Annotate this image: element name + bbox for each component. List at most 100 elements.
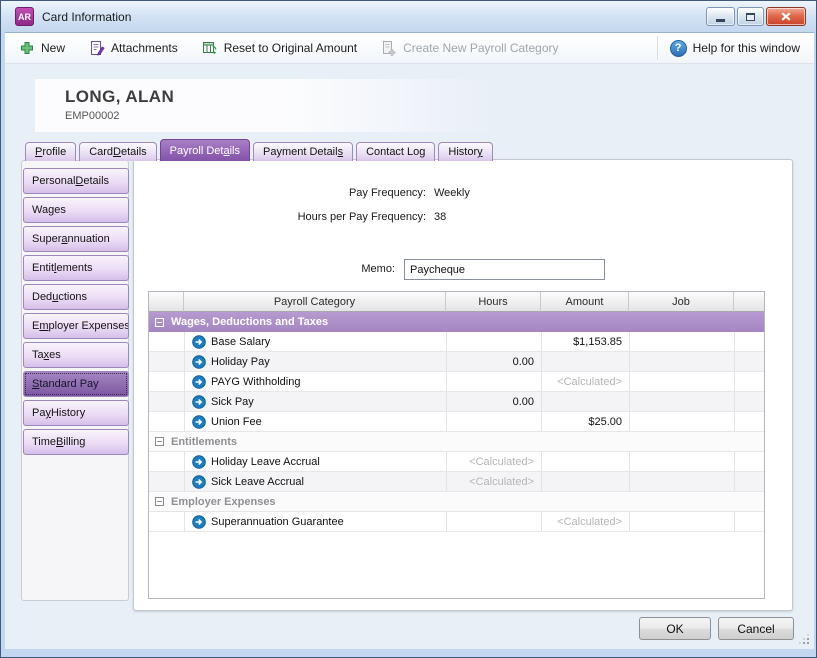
- hours-cell[interactable]: <Calculated>: [446, 472, 541, 491]
- sidebar-item-personal-details[interactable]: Personal Details: [23, 168, 129, 194]
- collapse-icon[interactable]: [155, 317, 164, 327]
- table-group-wages-deductions-and-taxes[interactable]: Wages, Deductions and Taxes: [149, 312, 764, 332]
- detail-arrow-icon[interactable]: [192, 415, 206, 429]
- sidebar-item-taxes[interactable]: Ta x es: [23, 342, 129, 368]
- resize-grip[interactable]: [798, 633, 810, 645]
- tab-mnemonic: y: [477, 146, 483, 158]
- detail-arrow-icon[interactable]: [192, 355, 206, 369]
- row-select-cell[interactable]: [149, 412, 184, 431]
- restore-button[interactable]: [737, 7, 764, 26]
- collapse-icon[interactable]: [155, 437, 164, 446]
- sidebar-item-deductions[interactable]: Ded u ctions: [23, 284, 129, 310]
- row-select-cell[interactable]: [149, 472, 184, 491]
- job-cell[interactable]: [629, 452, 734, 471]
- tab-contact-log[interactable]: Contact Lo g: [356, 142, 436, 161]
- amount-cell[interactable]: [541, 352, 629, 371]
- close-button[interactable]: [766, 7, 806, 26]
- detail-arrow-icon[interactable]: [192, 395, 206, 409]
- toolbar-attachments-button[interactable]: Attachments: [89, 40, 178, 56]
- job-cell[interactable]: [629, 352, 734, 371]
- table-row-base-salary[interactable]: Base Salary $1,153.85: [149, 332, 764, 352]
- toolbar-create-payroll-category-button[interactable]: Create New Payroll Category: [381, 40, 559, 56]
- row-select-cell[interactable]: [149, 392, 184, 411]
- hours-cell[interactable]: [446, 512, 541, 531]
- hours-cell[interactable]: [446, 332, 541, 351]
- hours-cell[interactable]: [446, 412, 541, 431]
- tab-payment-details[interactable]: Payment Detail s: [252, 142, 354, 161]
- sidebar-item-label: Entit: [32, 262, 55, 274]
- table-row-union-fee[interactable]: Union Fee $25.00: [149, 412, 764, 432]
- detail-arrow-icon[interactable]: [192, 515, 206, 529]
- sidebar-item-label: Pa: [32, 407, 46, 419]
- job-cell[interactable]: [629, 332, 734, 351]
- tab-profile[interactable]: Profile: [25, 142, 77, 161]
- amount-cell[interactable]: <Calculated>: [541, 512, 629, 531]
- hours-cell[interactable]: 0.00: [446, 392, 541, 411]
- sidebar-item-entitlements[interactable]: Entit l ements: [23, 255, 129, 281]
- row-select-cell[interactable]: [149, 332, 184, 351]
- column-header-hours[interactable]: Hours: [446, 292, 541, 312]
- sidebar-item-pay-history[interactable]: Pa y History: [23, 400, 129, 426]
- detail-arrow-icon[interactable]: [192, 335, 206, 349]
- group-title: Wages, Deductions and Taxes: [171, 316, 329, 328]
- sidebar-item-time-billing[interactable]: Time Billing: [23, 429, 129, 455]
- memo-label: Memo:: [361, 263, 395, 275]
- row-select-cell[interactable]: [149, 372, 184, 391]
- minimize-button[interactable]: [706, 7, 735, 26]
- collapse-icon[interactable]: [155, 497, 164, 506]
- amount-cell[interactable]: [541, 392, 629, 411]
- tab-history[interactable]: Histor y: [438, 142, 493, 161]
- amount-cell[interactable]: [541, 472, 629, 491]
- job-cell[interactable]: [629, 512, 734, 531]
- column-header-job[interactable]: Job: [629, 292, 734, 312]
- job-cell[interactable]: [629, 372, 734, 391]
- sidebar-item-mnemonic: D: [75, 175, 84, 187]
- ok-button[interactable]: OK: [639, 617, 711, 640]
- job-cell[interactable]: [629, 392, 734, 411]
- sidebar-item-label: es: [49, 349, 61, 361]
- detail-arrow-icon[interactable]: [192, 455, 206, 469]
- sidebar-item-employer-expenses[interactable]: Em ployer Expenses: [23, 313, 129, 339]
- hours-cell[interactable]: 0.00: [446, 352, 541, 371]
- table-row-sick-pay[interactable]: Sick Pay 0.00: [149, 392, 764, 412]
- table-row-superannuation-guarantee[interactable]: Superannuation Guarantee <Calculated>: [149, 512, 764, 532]
- table-group-employer-expenses[interactable]: Employer Expenses: [149, 492, 764, 512]
- tab-payroll-details[interactable]: Payroll Det a ils: [159, 139, 250, 161]
- detail-arrow-icon[interactable]: [192, 475, 206, 489]
- tab-mnemonic: g: [419, 146, 426, 158]
- table-row-payg-withholding[interactable]: PAYG Withholding <Calculated>: [149, 372, 764, 392]
- detail-arrow-icon[interactable]: [192, 375, 206, 389]
- title-bar[interactable]: AR Card Information: [1, 1, 816, 32]
- table-group-entitlements[interactable]: Entitlements: [149, 432, 764, 452]
- restore-icon: [746, 12, 755, 21]
- cancel-button[interactable]: Cancel: [718, 617, 794, 640]
- toolbar-reset-original-amount-button[interactable]: Reset to Original Amount: [202, 40, 357, 56]
- column-header-amount[interactable]: Amount: [541, 292, 629, 312]
- sidebar-item-wages[interactable]: Wa g es: [23, 197, 129, 223]
- job-cell[interactable]: [629, 472, 734, 491]
- toolbar-new-button[interactable]: New: [19, 40, 65, 56]
- column-header-blank-right[interactable]: [734, 292, 764, 312]
- sidebar-item-standard-pay[interactable]: Standard Pay: [23, 371, 129, 397]
- help-button[interactable]: ? Help for this window: [656, 36, 814, 60]
- hours-cell[interactable]: <Calculated>: [446, 452, 541, 471]
- hours-cell[interactable]: [446, 372, 541, 391]
- amount-cell[interactable]: $25.00: [541, 412, 629, 431]
- amount-cell[interactable]: [541, 452, 629, 471]
- amount-cell[interactable]: $1,153.85: [541, 332, 629, 351]
- column-header-payroll-category[interactable]: Payroll Category: [184, 292, 446, 312]
- tab-card-details[interactable]: Card Details: [79, 142, 157, 161]
- row-select-cell[interactable]: [149, 512, 184, 531]
- memo-input[interactable]: [404, 259, 605, 280]
- tab-mnemonic: P: [35, 146, 43, 158]
- table-row-sick-leave-accrual[interactable]: Sick Leave Accrual <Calculated>: [149, 472, 764, 492]
- table-row-holiday-pay[interactable]: Holiday Pay 0.00: [149, 352, 764, 372]
- row-select-cell[interactable]: [149, 352, 184, 371]
- column-header-blank-left[interactable]: [149, 292, 184, 312]
- row-select-cell[interactable]: [149, 452, 184, 471]
- table-row-holiday-leave-accrual[interactable]: Holiday Leave Accrual <Calculated>: [149, 452, 764, 472]
- amount-cell[interactable]: <Calculated>: [541, 372, 629, 391]
- sidebar-item-superannuation[interactable]: Super a nnuation: [23, 226, 129, 252]
- job-cell[interactable]: [629, 412, 734, 431]
- toolbar-reset-label: Reset to Original Amount: [223, 41, 358, 55]
